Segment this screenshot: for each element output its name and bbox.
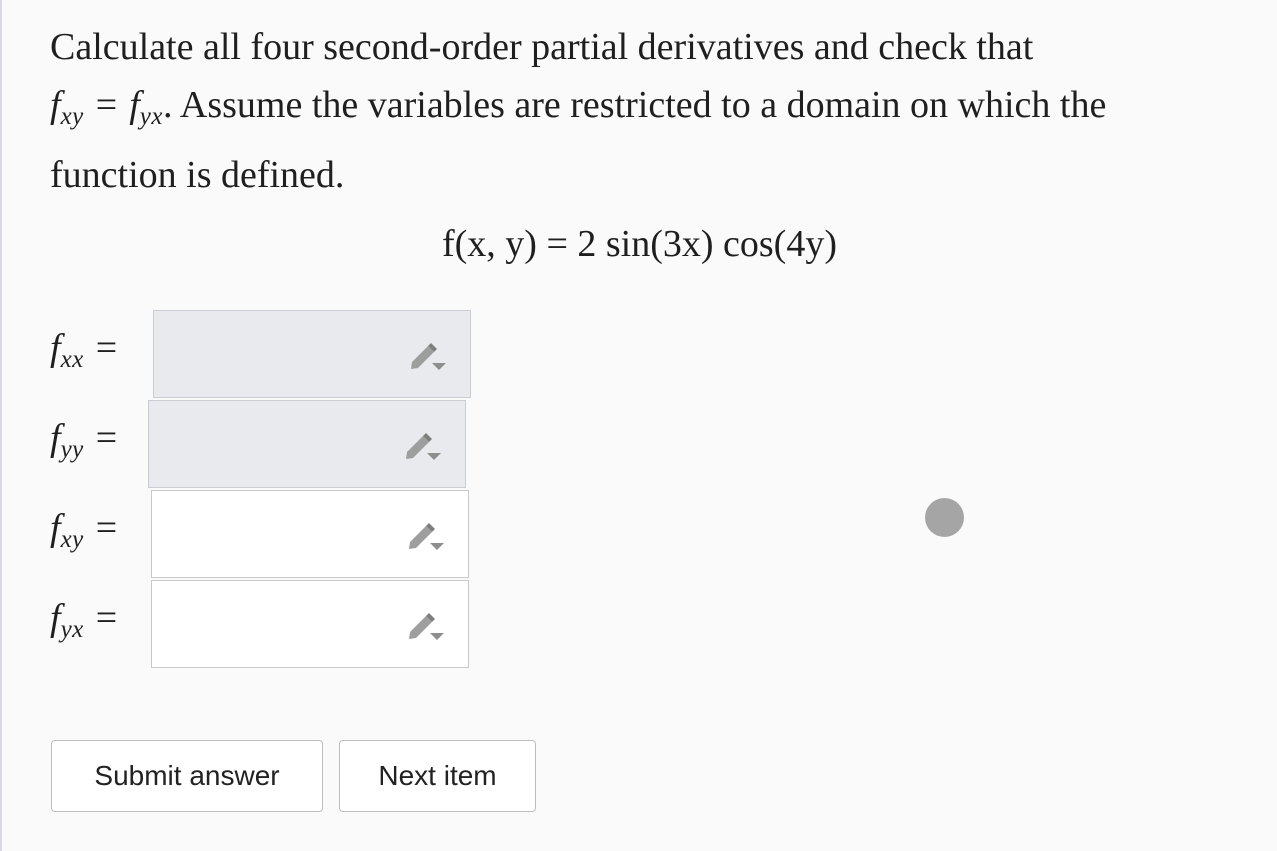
math-equals: = (95, 507, 118, 549)
answer-label: fxx = (50, 326, 150, 374)
math-equals: = (95, 327, 118, 369)
math-subscript: yx (60, 616, 84, 643)
answer-input-fxy[interactable] (151, 490, 469, 578)
question-line-2: fxy = fyx. Assume the variables are restri… (50, 76, 1230, 146)
answer-label: fyy = (50, 416, 150, 464)
math-f: f (50, 597, 61, 639)
answer-label: fyx = (50, 596, 150, 644)
math-subscript: yy (60, 436, 84, 463)
question-line-3: function is defined. (50, 154, 345, 196)
answer-input-fyy[interactable] (148, 400, 466, 488)
answer-input-fyx[interactable] (151, 580, 469, 668)
math-subscript: xy (60, 526, 84, 553)
math-subscript: yx (139, 103, 163, 130)
next-item-button[interactable]: Next item (339, 740, 536, 812)
math-f: f (50, 507, 61, 549)
submit-answer-button[interactable]: Submit answer (51, 740, 323, 812)
answer-input-fxx[interactable] (153, 310, 471, 398)
question-line-2-text: . Assume the variables are restricted to… (162, 84, 1107, 126)
pencil-dropdown-icon[interactable] (403, 431, 443, 461)
math-f: f (50, 417, 61, 459)
pencil-dropdown-icon[interactable] (408, 341, 448, 371)
mouse-cursor-indicator (925, 498, 964, 537)
pencil-dropdown-icon[interactable] (406, 521, 446, 551)
question-prompt: Calculate all four second-order partial … (50, 18, 1230, 204)
math-equals: = (95, 597, 118, 639)
math-f: f (50, 84, 61, 126)
math-equals: = (95, 417, 118, 459)
function-display: f(x, y) = 2 sin(3x) cos(4y) (441, 223, 837, 265)
math-equals: = (95, 84, 118, 126)
math-f: f (50, 327, 61, 369)
answer-label: fxy = (50, 506, 150, 554)
math-subscript: xx (60, 346, 84, 373)
math-f: f (129, 84, 140, 126)
question-line-1: Calculate all four second-order partial … (50, 26, 1034, 68)
pencil-dropdown-icon[interactable] (406, 611, 446, 641)
math-subscript: xy (60, 103, 84, 130)
